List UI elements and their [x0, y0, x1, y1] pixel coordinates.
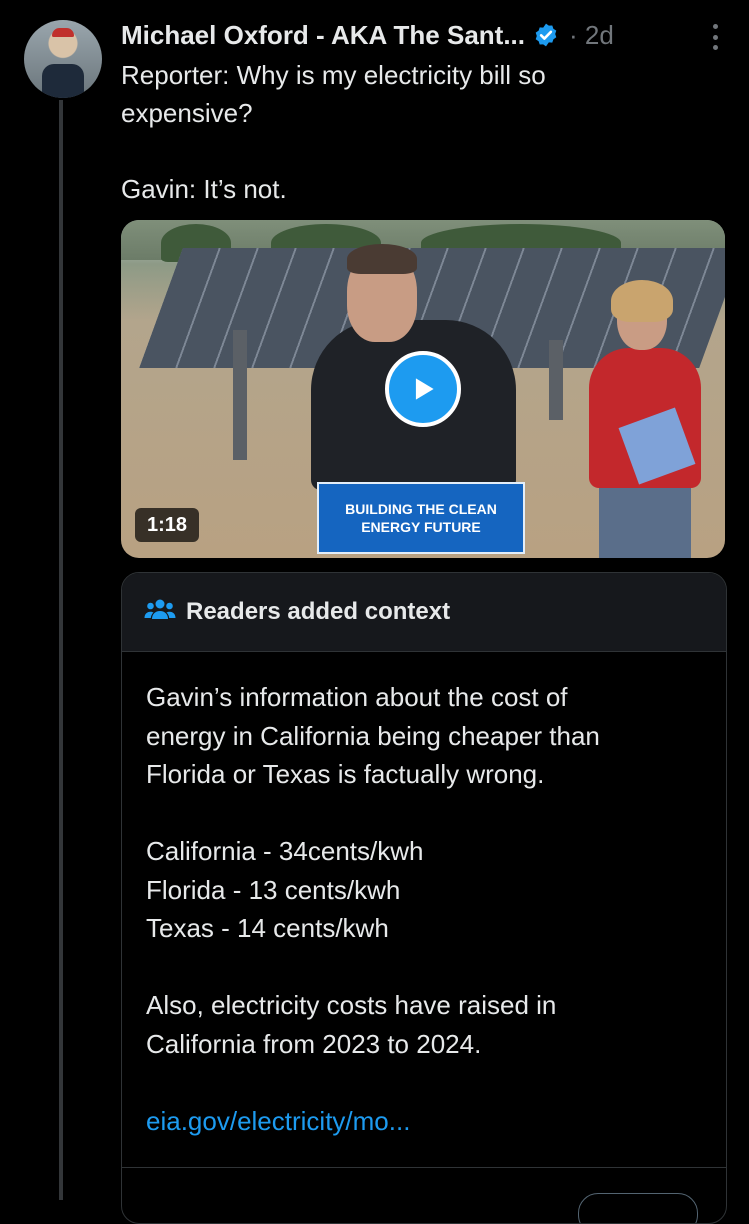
- avatar-shirt: [42, 64, 84, 98]
- play-icon[interactable]: [385, 351, 461, 427]
- note-rate-button[interactable]: [578, 1193, 698, 1223]
- note-gap: [146, 1063, 702, 1102]
- note-line: Gavin’s information about the cost of: [146, 682, 568, 712]
- tweet-text-line: Reporter: Why is my electricity bill so: [121, 60, 546, 90]
- more-vertical-icon[interactable]: [711, 24, 719, 50]
- verified-badge-icon[interactable]: [533, 22, 559, 48]
- tweet-text-line: Gavin: It’s not.: [121, 174, 287, 204]
- panel-post: [549, 340, 563, 420]
- note-line: Also, electricity costs have raised in: [146, 990, 557, 1020]
- tweet-text-line: expensive?: [121, 98, 253, 128]
- video-player[interactable]: BUILDING THE CLEAN ENERGY FUTURE 1:18: [121, 220, 725, 558]
- avatar[interactable]: [24, 20, 102, 98]
- note-line: Florida - 13 cents/kwh: [146, 874, 401, 905]
- tweet-text: Reporter: Why is my electricity bill so …: [121, 56, 681, 208]
- podium-sign: BUILDING THE CLEAN ENERGY FUTURE: [317, 482, 525, 554]
- note-line: energy in California being cheaper than: [146, 720, 600, 751]
- note-divider: [122, 1167, 726, 1168]
- note-line: California - 34cents/kwh: [146, 836, 424, 866]
- podium-line: ENERGY FUTURE: [361, 519, 481, 535]
- community-note-title: Readers added context: [186, 598, 451, 625]
- tweet-text-gap: [121, 132, 681, 170]
- bystander-hair: [611, 280, 673, 322]
- note-gap: [146, 794, 702, 833]
- avatar-cap: [52, 28, 74, 37]
- note-line: Texas - 14 cents/kwh: [146, 913, 389, 943]
- bystander-legs: [599, 482, 691, 558]
- video-duration: 1:18: [135, 508, 200, 542]
- panel-post: [233, 330, 247, 460]
- note-line: California from 2023 to 2024.: [146, 1028, 482, 1059]
- speaker-hair: [347, 244, 417, 274]
- podium-line: BUILDING THE CLEAN: [345, 501, 497, 517]
- community-note[interactable]: Readers added context Gavin’s informatio…: [121, 572, 727, 1224]
- tweet-header: Michael Oxford - AKA The Sant... · 2d: [121, 16, 729, 54]
- community-note-header: Readers added context: [122, 573, 726, 652]
- community-note-body: Gavin’s information about the cost of en…: [122, 652, 726, 1140]
- note-source-link[interactable]: eia.gov/electricity/mo...: [146, 1102, 702, 1141]
- people-group-icon: [144, 597, 176, 628]
- author-name[interactable]: Michael Oxford - AKA The Sant...: [121, 20, 525, 51]
- note-gap: [146, 948, 702, 987]
- thread-line: [59, 100, 63, 1200]
- tweet-time[interactable]: · 2d: [569, 20, 614, 51]
- note-line: Florida or Texas is factually wrong.: [146, 759, 545, 789]
